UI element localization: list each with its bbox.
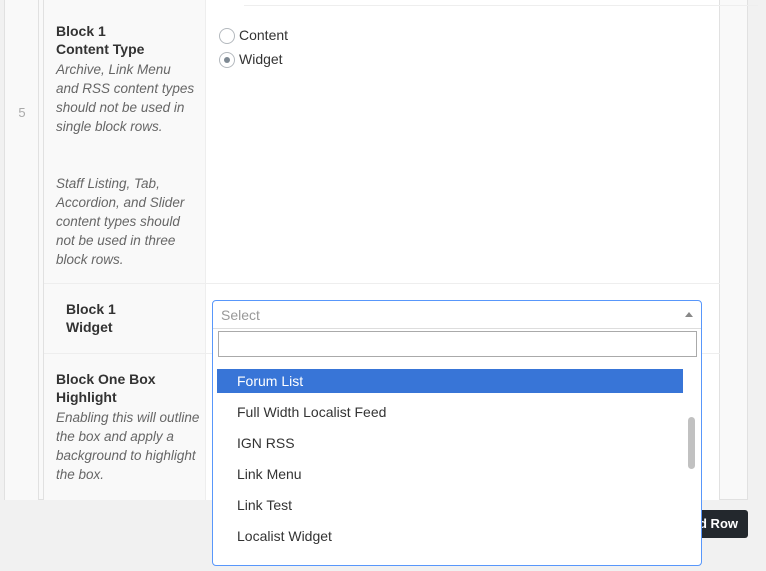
- field-description-1: Archive, Link Menu and RSS content types…: [56, 62, 195, 134]
- field-title-line1: Block 1: [56, 23, 106, 39]
- dropdown-scrollbar[interactable]: [685, 367, 697, 563]
- select-placeholder: Select: [221, 307, 260, 323]
- caret-up-icon: [685, 312, 693, 317]
- dropdown-option[interactable]: Link Menu: [217, 462, 683, 486]
- field-title: Block 1 Widget: [66, 300, 116, 336]
- field-description-2: Staff Listing, Tab, Accordion, and Slide…: [56, 176, 185, 267]
- select-current-value[interactable]: Select: [213, 301, 701, 329]
- field-title: Block One Box Highlight: [56, 370, 156, 406]
- scrollbar-thumb[interactable]: [688, 417, 695, 469]
- field-label-column: Block One Box Highlight Enabling this wi…: [44, 354, 206, 500]
- dropdown-option[interactable]: Full Width Localist Feed: [217, 400, 683, 424]
- row-number-cell[interactable]: 5: [5, 0, 39, 500]
- dropdown-option[interactable]: Localist Widget: [217, 524, 683, 548]
- select-search-input[interactable]: [218, 331, 697, 357]
- radio-widget[interactable]: [219, 52, 235, 68]
- dropdown-option[interactable]: Forum List: [217, 369, 683, 393]
- field-title-line1: Block One Box: [56, 371, 156, 387]
- radio-content[interactable]: [219, 28, 235, 44]
- row-number: 5: [18, 105, 26, 120]
- field-title-line2: Content Type: [56, 41, 145, 57]
- select-options-list: Forum List Full Width Localist Feed IGN RS…: [217, 367, 683, 563]
- widget-select[interactable]: Select Forum List Full Width Localist Fee…: [212, 300, 702, 566]
- field-title-line1: Block 1: [66, 301, 116, 317]
- dropdown-option[interactable]: Link Test: [217, 493, 683, 517]
- field-title-line2: Widget: [66, 319, 113, 335]
- dropdown-option[interactable]: IGN RSS: [217, 431, 683, 455]
- field-title: Block 1 Content Type: [56, 22, 144, 58]
- radio-widget-label[interactable]: Widget: [239, 51, 283, 67]
- field-title-line2: Highlight: [56, 389, 117, 405]
- field-block-content-type: Block 1 Content Type Archive, Link Menu …: [44, 0, 720, 284]
- field-label-column: Block 1 Content Type Archive, Link Menu …: [44, 0, 206, 283]
- field-description: Enabling this will outline the box and a…: [56, 410, 200, 482]
- radio-content-label[interactable]: Content: [239, 27, 288, 43]
- field-label-column: Block 1 Widget: [44, 284, 206, 353]
